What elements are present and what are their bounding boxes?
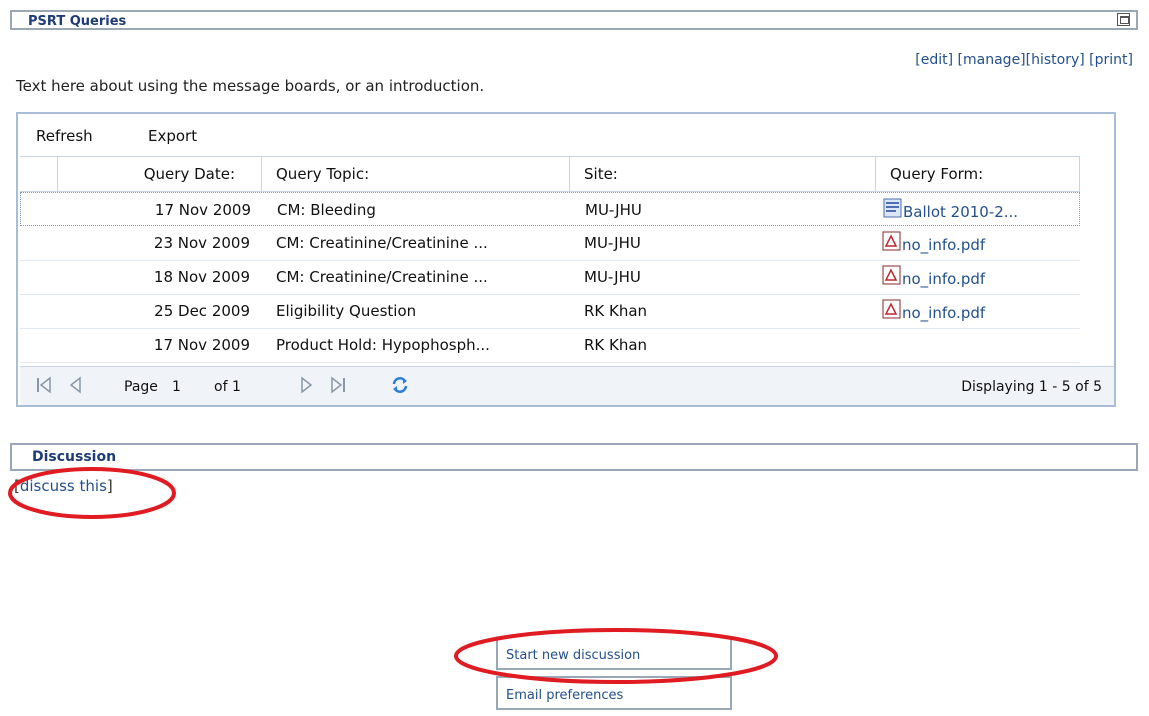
query-date: 23 Nov 2009 (153, 234, 250, 252)
query-site: MU-JHU (585, 201, 642, 219)
grid-header-row: Query Date: Query Topic: Site: Query For… (20, 156, 1080, 192)
page-label: Page (124, 379, 158, 395)
row-selector-header (20, 157, 58, 191)
query-topic: CM: Creatinine/Creatinine ... (276, 268, 488, 286)
table-row[interactable]: 17 Nov 2009 CM: Bleeding MU-JHU Ballot 2… (20, 192, 1080, 226)
query-topic: Product Hold: Hypophosph... (276, 336, 490, 354)
query-topic: Eligibility Question (276, 302, 417, 320)
display-count: Displaying 1 - 5 of 5 (961, 379, 1102, 395)
refresh-icon[interactable] (390, 375, 410, 395)
table-row[interactable]: 18 Nov 2009 CM: Creatinine/Creatinine ..… (20, 260, 1080, 295)
query-site: RK Khan (584, 336, 648, 354)
page-count: of 1 (214, 379, 241, 395)
query-date: 17 Nov 2009 (154, 201, 251, 219)
table-row[interactable]: 25 Dec 2009 Eligibility Question RK Khan… (20, 294, 1080, 329)
panel-header: PSRT Queries (10, 10, 1138, 30)
query-site: MU-JHU (584, 268, 641, 286)
highlight-circle-start-discussion (454, 628, 778, 684)
table-row[interactable]: 17 Nov 2009 Product Hold: Hypophosph... … (20, 328, 1080, 363)
next-page-icon[interactable] (296, 375, 316, 395)
word-doc-icon (883, 198, 902, 218)
action-links: [edit] [manage][history] [print] (915, 52, 1133, 68)
query-topic: CM: Creatinine/Creatinine ... (276, 234, 488, 252)
query-form-link[interactable]: no_info.pdf (902, 270, 985, 288)
query-date: 17 Nov 2009 (153, 336, 250, 354)
last-page-icon[interactable] (328, 375, 348, 395)
refresh-button[interactable]: Refresh (36, 127, 93, 145)
column-header-form[interactable]: Query Form: (876, 157, 1080, 191)
queries-grid: Refresh Export Query Date: Query Topic: … (16, 112, 1116, 407)
maximize-icon[interactable] (1117, 13, 1130, 26)
page-number-input[interactable]: 1 (172, 379, 181, 395)
query-site: MU-JHU (584, 234, 641, 252)
query-date: 25 Dec 2009 (154, 302, 250, 320)
first-page-icon[interactable] (34, 375, 54, 395)
query-site: RK Khan (584, 302, 648, 320)
export-button[interactable]: Export (148, 127, 197, 145)
manage-link[interactable]: [manage] (958, 52, 1026, 68)
highlight-circle-discuss (8, 467, 176, 519)
previous-page-icon[interactable] (66, 375, 86, 395)
query-date: 18 Nov 2009 (153, 268, 250, 286)
column-header-date[interactable]: Query Date: (58, 157, 262, 191)
edit-link[interactable]: [edit] (915, 52, 953, 68)
query-form-link[interactable]: no_info.pdf (902, 304, 985, 322)
table-row[interactable]: 23 Nov 2009 CM: Creatinine/Creatinine ..… (20, 226, 1080, 261)
query-form-link[interactable]: no_info.pdf (902, 236, 985, 254)
pagination-bar: Page 1 of 1 Displaying 1 - 5 of 5 (20, 366, 1114, 405)
history-link[interactable]: [history] (1026, 52, 1085, 68)
grid-toolbar: Refresh Export (18, 114, 1114, 156)
column-header-topic[interactable]: Query Topic: (262, 157, 570, 191)
pdf-icon (882, 299, 901, 319)
print-link[interactable]: [print] (1089, 52, 1133, 68)
column-header-site[interactable]: Site: (570, 157, 876, 191)
pdf-icon (882, 231, 901, 251)
query-topic: CM: Bleeding (277, 201, 376, 219)
intro-text: Text here about using the message boards… (16, 77, 485, 95)
query-form-link[interactable]: Ballot 2010-2... (903, 203, 1018, 221)
pdf-icon (882, 265, 901, 285)
panel-title: PSRT Queries (28, 14, 127, 29)
